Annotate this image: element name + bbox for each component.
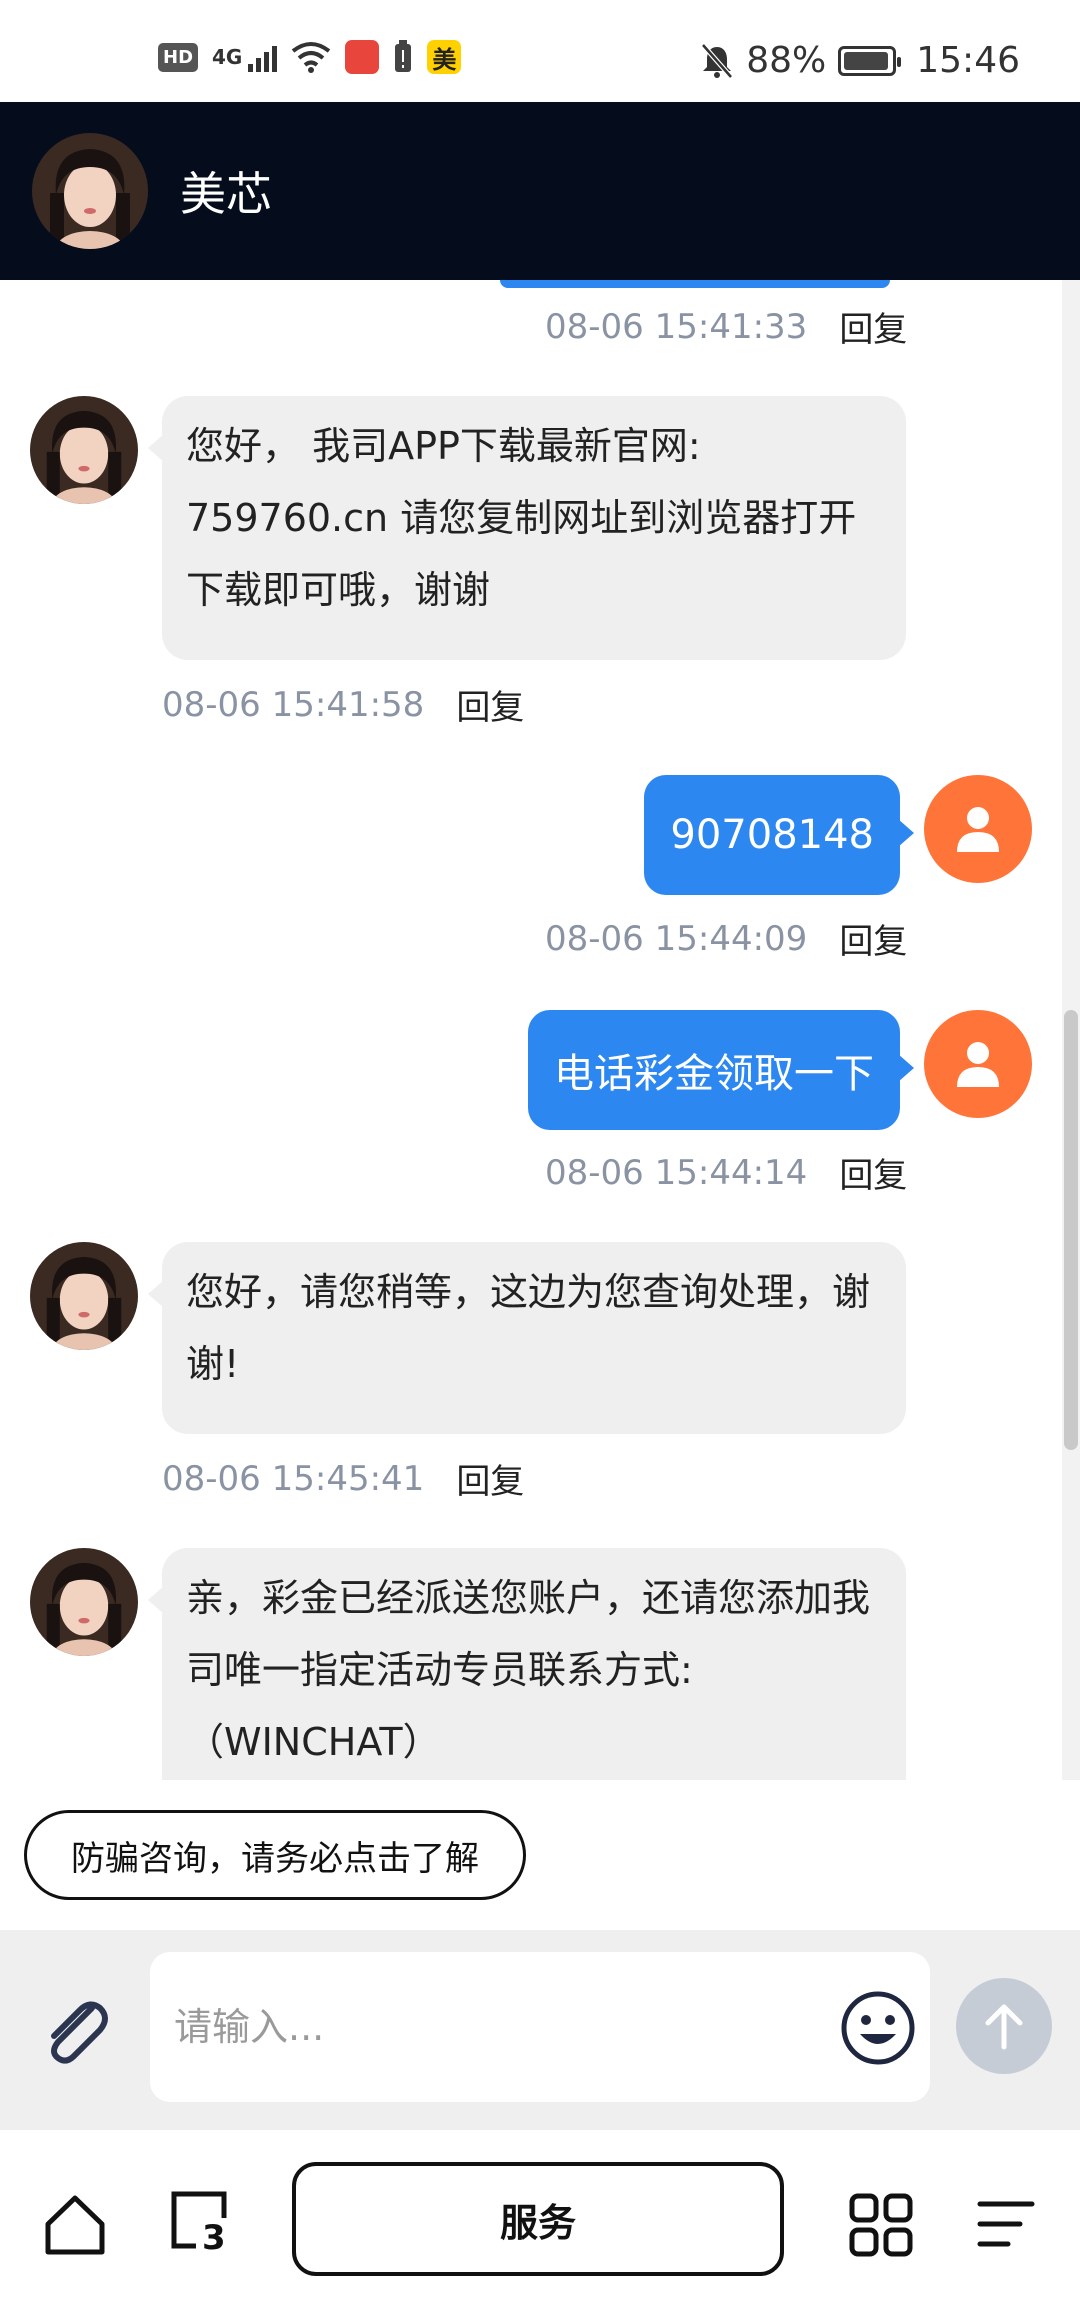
- message-meta: 08-06 15:44:14 回复: [545, 1148, 907, 1197]
- bell-muted-icon: [701, 42, 734, 79]
- arrow-up-icon: [985, 2004, 1023, 2050]
- home-icon[interactable]: [40, 2190, 110, 2260]
- incoming-message[interactable]: 您好，请您稍等，这边为您查询处理，谢谢!: [148, 1242, 906, 1434]
- chat-header: 美芯: [0, 102, 1080, 280]
- scrollbar-thumb[interactable]: [1064, 1010, 1078, 1450]
- message-time: 08-06 15:45:41: [162, 1458, 425, 1499]
- reply-button[interactable]: 回复: [456, 680, 524, 729]
- message-input[interactable]: [150, 1952, 930, 2102]
- reply-button[interactable]: 回复: [839, 302, 907, 351]
- bottom-nav: 3 服务: [0, 2130, 1080, 2310]
- message-meta: 08-06 15:41:33 回复: [545, 302, 907, 351]
- tabs-button[interactable]: 3: [166, 2188, 232, 2258]
- outgoing-message[interactable]: 电话彩金领取一下: [528, 1010, 914, 1130]
- agent-portrait-icon: [30, 1242, 138, 1350]
- message-meta: 08-06 15:44:09 回复: [545, 914, 907, 963]
- status-bar: HD 4G 美 88% 15:46: [0, 0, 1080, 102]
- paperclip-icon[interactable]: [34, 1990, 116, 2072]
- agent-avatar[interactable]: [30, 1548, 138, 1656]
- apps-grid-icon[interactable]: [846, 2190, 916, 2260]
- agent-avatar[interactable]: [30, 1242, 138, 1350]
- meituan-app-icon: 美: [427, 40, 462, 74]
- send-button[interactable]: [956, 1978, 1052, 2074]
- outgoing-bubble-fragment: [500, 280, 890, 288]
- huawei-app-icon: [345, 40, 380, 74]
- clock: 15:46: [916, 40, 1020, 81]
- agent-portrait-icon: [30, 1548, 138, 1656]
- input-bar: [0, 1930, 1080, 2130]
- message-list[interactable]: 08-06 15:41:33 回复 您好， 我司APP下载最新官网: 75976…: [0, 280, 1080, 1780]
- wifi-icon: [292, 42, 331, 73]
- tab-count: 3: [202, 2218, 226, 2258]
- outgoing-message[interactable]: 90708148: [644, 775, 914, 895]
- status-right-icons: 88% 15:46: [700, 40, 1020, 81]
- user-avatar[interactable]: [924, 1010, 1032, 1118]
- menu-icon[interactable]: [972, 2190, 1042, 2260]
- message-time: 08-06 15:44:14: [545, 1152, 808, 1193]
- contact-name: 美芯: [180, 167, 272, 221]
- signal-icon: [248, 42, 278, 72]
- message-meta: 08-06 15:45:41 回复: [162, 1454, 524, 1503]
- user-avatar[interactable]: [924, 775, 1032, 883]
- message-time: 08-06 15:41:33: [545, 306, 808, 347]
- status-left-icons: HD 4G 美: [158, 40, 462, 74]
- service-button[interactable]: 服务: [292, 2162, 784, 2276]
- message-meta: 08-06 15:41:58 回复: [162, 680, 524, 729]
- agent-portrait-icon: [30, 396, 138, 504]
- incoming-message[interactable]: 您好， 我司APP下载最新官网: 759760.cn 请您复制网址到浏览器打开下…: [148, 396, 906, 660]
- agent-portrait-icon: [32, 133, 148, 249]
- network-type: 4G: [212, 45, 243, 69]
- hd-badge: HD: [158, 42, 199, 72]
- incoming-message[interactable]: 亲，彩金已经派送您账户，还请您添加我司唯一指定活动专员联系方式:（WINCHAT…: [148, 1548, 906, 1780]
- battery-icon: [838, 45, 902, 76]
- reply-button[interactable]: 回复: [839, 914, 907, 963]
- message-time: 08-06 15:44:09: [545, 918, 808, 959]
- contact-avatar[interactable]: [32, 133, 148, 249]
- reply-button[interactable]: 回复: [839, 1148, 907, 1197]
- anti-fraud-notice-button[interactable]: 防骗咨询，请务必点击了解: [24, 1810, 526, 1900]
- person-icon: [957, 1042, 999, 1087]
- reply-button[interactable]: 回复: [456, 1454, 524, 1503]
- notice-area: 防骗咨询，请务必点击了解: [0, 1780, 1080, 1930]
- message-time: 08-06 15:41:58: [162, 684, 425, 725]
- person-icon: [957, 807, 999, 852]
- battery-percent: 88%: [746, 40, 827, 81]
- agent-avatar[interactable]: [30, 396, 138, 504]
- emoji-icon[interactable]: [838, 1988, 918, 2068]
- battery-alert-icon: [395, 40, 412, 72]
